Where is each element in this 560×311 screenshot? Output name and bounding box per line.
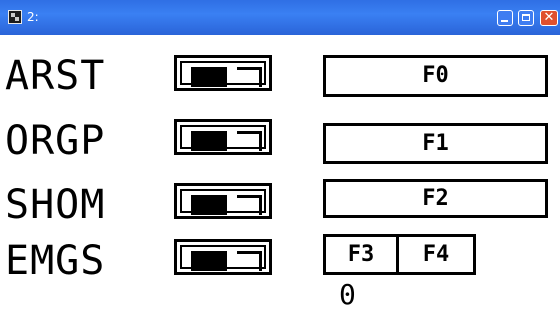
label-emgs: EMGS bbox=[5, 238, 106, 284]
toggle-switch-orgp[interactable] bbox=[174, 119, 272, 155]
switch-knob bbox=[191, 131, 227, 151]
maximize-icon bbox=[522, 14, 530, 21]
f4-button[interactable]: F4 bbox=[396, 234, 476, 275]
toggle-switch-arst[interactable] bbox=[174, 55, 272, 91]
switch-track bbox=[180, 189, 266, 215]
value-readout: 0 bbox=[339, 278, 356, 311]
switch-knob bbox=[191, 251, 227, 271]
f3-button[interactable]: F3 bbox=[323, 234, 399, 275]
toggle-switch-shom[interactable] bbox=[174, 183, 272, 219]
label-arst: ARST bbox=[5, 53, 106, 99]
switch-track bbox=[180, 61, 266, 87]
f1-button[interactable]: F1 bbox=[323, 123, 548, 164]
minimize-icon bbox=[501, 20, 508, 22]
app-icon[interactable] bbox=[8, 10, 22, 24]
close-button[interactable]: ✕ bbox=[540, 10, 558, 26]
maximize-button[interactable] bbox=[518, 10, 534, 26]
label-orgp: ORGP bbox=[5, 118, 106, 164]
minimize-button[interactable] bbox=[497, 10, 513, 26]
label-shom: SHOM bbox=[5, 182, 106, 228]
switch-slot bbox=[237, 131, 262, 151]
switch-knob bbox=[191, 195, 227, 215]
toggle-switch-emgs[interactable] bbox=[174, 239, 272, 275]
window-title: 2: bbox=[27, 10, 39, 24]
client-area: ARST ORGP SHOM EMGS F0 F1 F2 F3 F4 0 bbox=[0, 35, 560, 311]
switch-knob bbox=[191, 67, 227, 87]
switch-slot bbox=[237, 67, 262, 87]
switch-track bbox=[180, 125, 266, 151]
close-icon: ✕ bbox=[543, 10, 555, 25]
switch-slot bbox=[237, 195, 262, 215]
f0-button[interactable]: F0 bbox=[323, 55, 548, 97]
switch-slot bbox=[237, 251, 262, 271]
title-bar[interactable]: 2: ✕ bbox=[0, 0, 560, 35]
switch-track bbox=[180, 245, 266, 271]
f2-button[interactable]: F2 bbox=[323, 179, 548, 218]
